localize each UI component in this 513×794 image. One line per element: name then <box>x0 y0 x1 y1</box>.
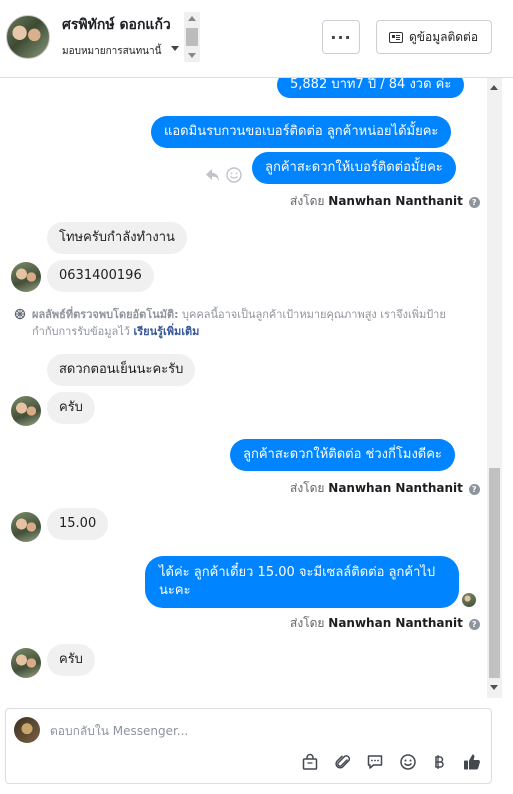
thread-scrollbar[interactable] <box>487 78 502 698</box>
message-incoming[interactable]: ครับ <box>47 392 95 424</box>
scroll-down-icon[interactable] <box>188 53 196 58</box>
attachment-icon[interactable] <box>332 751 354 773</box>
notice-title: ผลลัพธ์ที่ตรวจพบโดยอัตโนมัติ: <box>32 308 179 321</box>
reply-input[interactable]: ตอบกลับใน Messenger... <box>50 722 188 741</box>
message-line: ได้ค่ะ ลูกค้าเดี๋ยว 15.00 จะมีเซลล์ติดต่… <box>159 565 436 580</box>
header-scrollbar[interactable] <box>184 12 200 62</box>
message-incoming[interactable]: โทษครับกำลังทำงาน <box>47 222 187 254</box>
view-contact-button[interactable]: ดูข้อมูลติดต่อ <box>376 20 492 54</box>
emoji-icon[interactable] <box>397 751 419 773</box>
message-incoming[interactable]: สดวกตอนเย็นนะคะรับ <box>47 354 196 386</box>
message-line: นะคะ <box>159 583 191 598</box>
sender-avatar[interactable] <box>11 648 41 678</box>
message-outgoing[interactable]: ได้ค่ะ ลูกค้าเดี๋ยว 15.00 จะมีเซลล์ติดต่… <box>145 556 459 608</box>
message-outgoing[interactable]: 5,882 บาท7 ปี / 84 งวด ค่ะ <box>277 78 465 98</box>
saved-reply-icon[interactable] <box>364 751 386 773</box>
message-incoming[interactable]: ครับ <box>47 644 95 676</box>
view-contact-label: ดูข้อมูลติดต่อ <box>409 29 479 44</box>
more-options-button[interactable]: ··· <box>322 20 360 54</box>
baht-icon[interactable] <box>428 751 450 773</box>
sent-by-label: ส่งโดย Nanwhan Nanthanit ? <box>290 479 480 498</box>
seen-avatar <box>462 593 476 607</box>
sender-avatar[interactable] <box>11 396 41 426</box>
contact-name[interactable]: ศรพิทักษ์ ดอกแก้ว <box>62 14 171 36</box>
auto-detected-notice: ผลลัพธ์ที่ตรวจพบโดยอัตโนมัติ: บุคคลนี้อา… <box>14 306 464 340</box>
sender-avatar[interactable] <box>11 262 41 292</box>
conversation-header: ศรพิทักษ์ ดอกแก้ว มอบหมายการสนทนานี้ ···… <box>0 0 513 78</box>
scroll-up-icon[interactable] <box>188 16 196 21</box>
sparkle-icon <box>14 308 26 320</box>
message-outgoing[interactable]: ลูกค้าสะดวกให้เบอร์ติดต่อมั้ยคะ <box>252 152 456 184</box>
message-incoming[interactable]: 15.00 <box>47 508 109 540</box>
sent-by-label: ส่งโดย Nanwhan Nanthanit ? <box>290 614 480 633</box>
message-incoming[interactable]: 0631400196 <box>47 260 154 292</box>
learn-more-link[interactable]: เรียนรู้เพิ่มเติม <box>133 325 199 338</box>
reply-icon <box>206 169 219 181</box>
reaction-smile-icon <box>226 167 242 183</box>
composer-toolbar <box>6 751 493 775</box>
scroll-thumb[interactable] <box>186 28 198 46</box>
assign-conversation-label[interactable]: มอบหมายการสนทนานี้ <box>62 44 161 59</box>
help-icon[interactable]: ? <box>468 619 480 630</box>
scroll-down-icon[interactable] <box>490 685 498 690</box>
message-outgoing[interactable]: ลูกค้าสะดวกให้ติดต่อ ช่วงกี่โมงดีคะ <box>230 439 455 471</box>
page-avatar <box>14 717 40 743</box>
message-outgoing[interactable]: แอดมินรบกวนขอเบอร์ติดต่อ ลูกค้าหน่อยได้ม… <box>151 116 452 148</box>
reply-reaction-icons[interactable] <box>203 166 243 184</box>
scroll-up-icon[interactable] <box>490 85 498 90</box>
thumbs-up-icon[interactable] <box>461 751 483 773</box>
help-icon[interactable]: ? <box>468 484 480 495</box>
shopping-bag-icon[interactable] <box>299 751 321 773</box>
sender-avatar[interactable] <box>11 512 41 542</box>
reply-composer[interactable]: ตอบกลับใน Messenger... <box>5 708 492 784</box>
help-icon[interactable]: ? <box>468 197 480 208</box>
contact-card-icon <box>389 31 403 43</box>
sent-by-label: ส่งโดย Nanwhan Nanthanit ? <box>290 192 480 211</box>
message-thread[interactable]: 5,882 บาท7 ปี / 84 งวด ค่ะ แอดมินรบกวนขอ… <box>0 78 487 698</box>
scroll-thumb[interactable] <box>489 468 500 678</box>
avatar[interactable] <box>6 15 50 59</box>
caret-down-icon[interactable] <box>171 46 179 51</box>
